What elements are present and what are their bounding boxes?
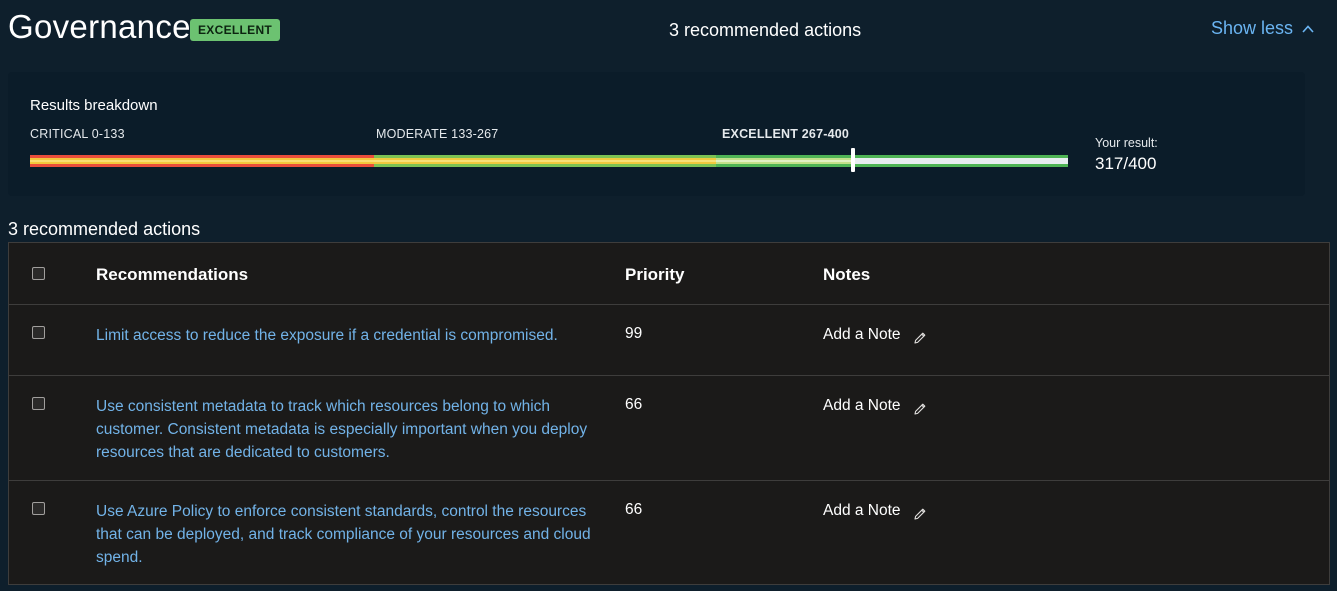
score-bar-moderate-segment [374,155,716,167]
column-header-recommendations[interactable]: Recommendations [96,265,248,285]
priority-value: 66 [625,501,643,518]
score-marker [850,148,855,172]
results-breakdown-title: Results breakdown [30,97,158,114]
score-bar [30,155,1068,167]
table-row: Use Azure Policy to enforce consistent s… [9,481,1329,584]
add-note-button[interactable]: Add a Note [823,396,927,416]
table-row: Limit access to reduce the exposure if a… [9,305,1329,376]
segment-label-excellent: EXCELLENT 267-400 [722,127,850,141]
results-breakdown-panel: Results breakdown CRITICAL 0-133 MODERAT… [8,72,1305,196]
pencil-icon [914,508,925,520]
add-note-button[interactable]: Add a Note [823,325,927,345]
column-header-priority[interactable]: Priority [625,265,685,285]
recommendation-link[interactable]: Use Azure Policy to enforce consistent s… [96,500,596,569]
add-note-button[interactable]: Add a Note [823,501,927,521]
recommendation-link[interactable]: Use consistent metadata to track which r… [96,395,596,464]
table-row: Use consistent metadata to track which r… [9,376,1329,481]
show-less-button[interactable]: Show less [1211,18,1315,39]
add-note-label: Add a Note [823,502,901,519]
header: Governance EXCELLENT 3 recommended actio… [0,0,1337,60]
your-result-label: Your result: [1095,136,1158,150]
score-bar-critical-segment [30,155,374,167]
row-checkbox[interactable] [32,326,45,339]
row-checkbox[interactable] [32,397,45,410]
chevron-up-icon [1302,24,1314,33]
column-header-notes[interactable]: Notes [823,265,870,285]
select-all-checkbox[interactable] [32,267,45,280]
pencil-icon [914,332,925,344]
governance-page: Governance EXCELLENT 3 recommended actio… [0,0,1337,591]
status-badge: EXCELLENT [190,19,281,41]
pencil-icon [914,403,925,415]
segment-label-moderate: MODERATE 133-267 [376,127,499,141]
add-note-label: Add a Note [823,397,901,414]
table-header-row: Recommendations Priority Notes [9,243,1329,305]
priority-value: 99 [625,325,643,342]
page-title: Governance [8,8,191,45]
priority-value: 66 [625,396,643,413]
add-note-label: Add a Note [823,326,901,343]
actions-section-title: 3 recommended actions [8,219,201,239]
show-less-label: Show less [1210,18,1293,38]
recommendation-link[interactable]: Limit access to reduce the exposure if a… [96,324,596,347]
recommendations-table: Recommendations Priority Notes Limit acc… [8,242,1330,585]
row-checkbox[interactable] [32,502,45,515]
score-bar-remaining [852,155,1068,167]
your-result-value: 317/400 [1095,154,1157,173]
recommended-actions-count: 3 recommended actions [669,20,862,40]
segment-label-critical: CRITICAL 0-133 [30,127,125,141]
